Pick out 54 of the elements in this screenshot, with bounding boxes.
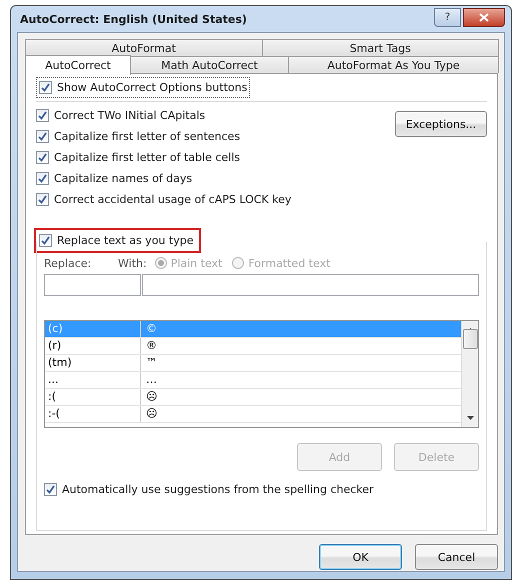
- checkbox-label: Capitalize first letter of table cells: [54, 151, 240, 164]
- with-cell-text: ☹: [145, 406, 158, 422]
- tab[interactable]: AutoFormat As You Type: [288, 56, 499, 73]
- checkbox-label: Capitalize first letter of sentences: [54, 130, 240, 143]
- scroll-down-icon[interactable]: [466, 416, 474, 420]
- checkbox-label: Replace text as you type: [57, 234, 194, 247]
- with-cell-text: ☹: [145, 389, 158, 405]
- checkbox[interactable]: [39, 234, 52, 247]
- checkbox[interactable]: [36, 130, 49, 143]
- with-label: With:: [118, 256, 147, 270]
- checkbox[interactable]: [36, 172, 49, 185]
- checkbox[interactable]: [36, 193, 49, 206]
- tab[interactable]: Smart Tags: [262, 39, 499, 56]
- replace-cell: :-(: [45, 406, 141, 422]
- list-row[interactable]: ... …: [45, 372, 461, 389]
- list-row[interactable]: :-( ☹: [45, 406, 461, 423]
- radio-label: Plain text: [170, 256, 222, 270]
- with-cell-text: ™: [145, 355, 157, 371]
- with-field[interactable]: [142, 274, 479, 296]
- checkbox-label: Automatically use suggestions from the spelling checker: [62, 483, 374, 496]
- list-row[interactable]: :( ☹: [45, 389, 461, 406]
- checkbox[interactable]: [36, 109, 49, 122]
- tab[interactable]: Math AutoCorrect: [130, 56, 289, 73]
- exceptions-button[interactable]: Exceptions...: [395, 111, 487, 137]
- window-title: AutoCorrect: English (United States): [19, 12, 247, 26]
- cancel-button[interactable]: Cancel: [415, 544, 498, 570]
- replace-field[interactable]: [44, 274, 141, 296]
- close-icon: [479, 12, 489, 22]
- scrollbar[interactable]: [461, 321, 478, 427]
- scroll-thumb[interactable]: [462, 329, 478, 349]
- checkbox-label: Show AutoCorrect Options buttons: [57, 81, 248, 94]
- checkbox-label: Correct accidental usage of cAPS LOCK key: [54, 193, 292, 206]
- with-cell-text: …: [145, 372, 157, 388]
- with-cell-text: ©: [145, 321, 157, 337]
- with-cell-text: ®: [145, 338, 157, 354]
- checkbox-label: Capitalize names of days: [54, 172, 192, 185]
- close-button[interactable]: [463, 8, 505, 26]
- help-button[interactable]: ?: [434, 8, 461, 26]
- replace-label: Replace:: [44, 256, 92, 270]
- tab[interactable]: AutoCorrect: [25, 55, 131, 75]
- replace-cell: ...: [45, 372, 141, 388]
- list-row[interactable]: (r) ®: [45, 338, 461, 355]
- ok-button[interactable]: OK: [319, 544, 402, 570]
- checkbox-label: Correct TWo INitial CApitals: [54, 109, 206, 122]
- replace-cell: :(: [45, 389, 141, 405]
- checkbox[interactable]: [39, 81, 52, 94]
- replace-cell: (tm): [45, 355, 141, 371]
- tab[interactable]: AutoFormat: [25, 39, 262, 56]
- checkbox[interactable]: [36, 151, 49, 164]
- list-row[interactable]: (tm) ™: [45, 355, 461, 372]
- checkbox[interactable]: [44, 483, 57, 496]
- radio-label: Formatted text: [248, 256, 330, 270]
- replace-cell: (c): [45, 321, 141, 337]
- replace-cell: (r): [45, 338, 141, 354]
